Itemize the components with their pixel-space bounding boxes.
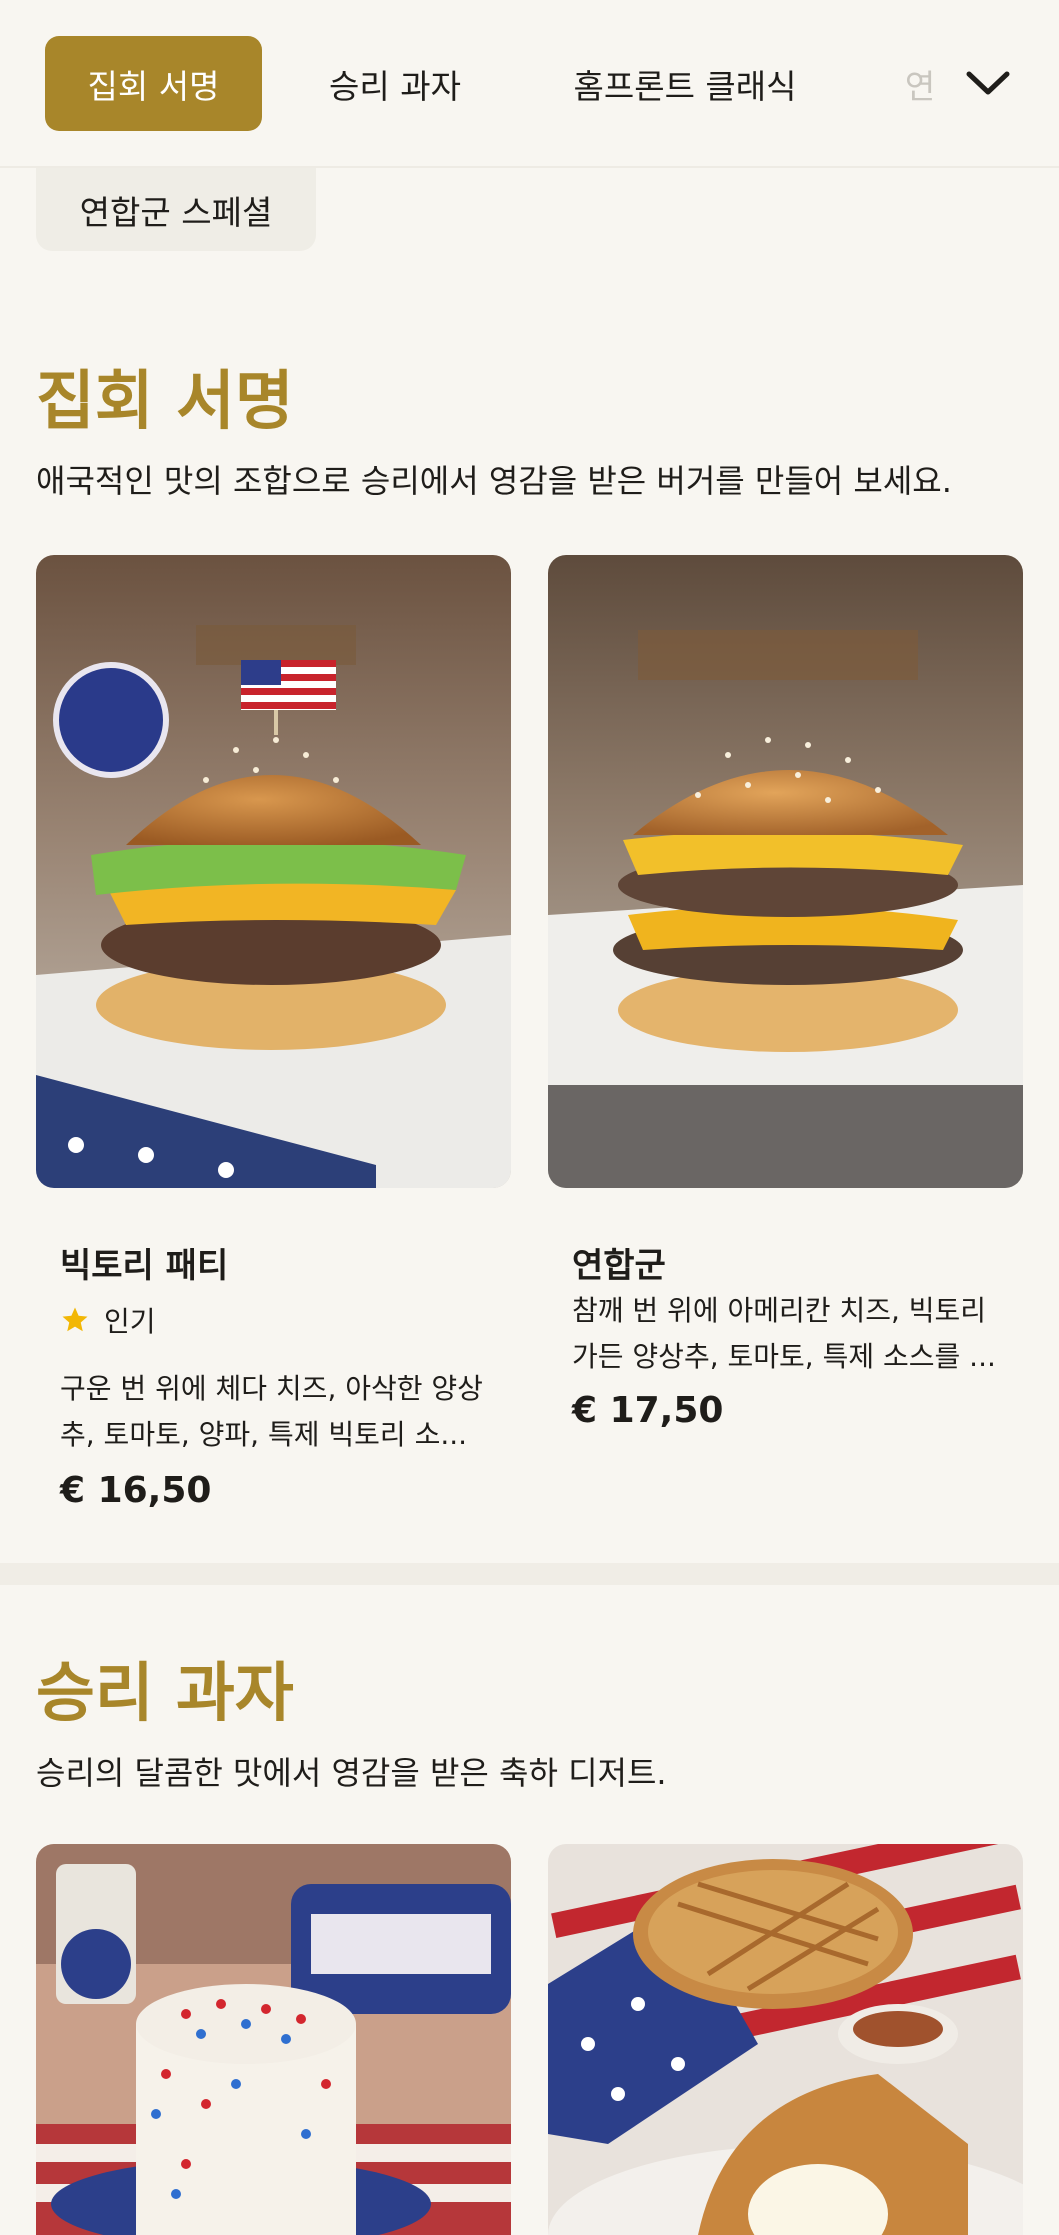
chevron-down-icon	[966, 71, 1010, 95]
star-icon	[62, 1307, 88, 1332]
section-divider	[0, 1563, 1059, 1585]
category-nav: 집회 서명 승리 과자 홈프론트 클래식 연	[0, 0, 1059, 168]
item-price: € 16,50	[60, 1470, 212, 1511]
section-description: 애국적인 맛의 조합으로 승리에서 영감을 받은 버거를 만들어 보세요.	[36, 462, 952, 500]
item-image-pie[interactable]	[548, 1844, 1023, 2235]
badge-label: 인기	[104, 1305, 156, 1338]
section-title: 승리 과자	[36, 1657, 294, 1731]
item-image-allied[interactable]	[548, 555, 1023, 1188]
tab-homefront-classic[interactable]: 홈프론트 클래식	[550, 36, 820, 131]
item-description: 구운 번 위에 체다 치즈, 아삭한 양상 추, 토마토, 양파, 특제 빅토리…	[60, 1372, 483, 1451]
item-image-cake[interactable]	[36, 1844, 511, 2235]
tab-rally-signature[interactable]: 집회 서명	[45, 36, 262, 131]
section-description: 승리의 달콤한 맛에서 영감을 받은 축하 디저트.	[36, 1754, 667, 1792]
item-name[interactable]: 빅토리 패티	[60, 1238, 228, 1287]
item-image-victory-patty[interactable]	[36, 555, 511, 1188]
section-title: 집회 서명	[36, 365, 294, 439]
item-name[interactable]: 연합군	[572, 1238, 666, 1287]
item-price: € 17,50	[572, 1390, 724, 1431]
tab-allied-special[interactable]: 연합군 스페셜	[36, 168, 316, 251]
popular-badge: 인기	[60, 1300, 156, 1340]
expand-categories-button[interactable]	[940, 48, 1036, 118]
tab-victory-treats[interactable]: 승리 과자	[300, 36, 490, 131]
item-description: 참깨 번 위에 아메리칸 치즈, 빅토리 가든 양상추, 토마토, 특제 소스를…	[572, 1294, 996, 1373]
